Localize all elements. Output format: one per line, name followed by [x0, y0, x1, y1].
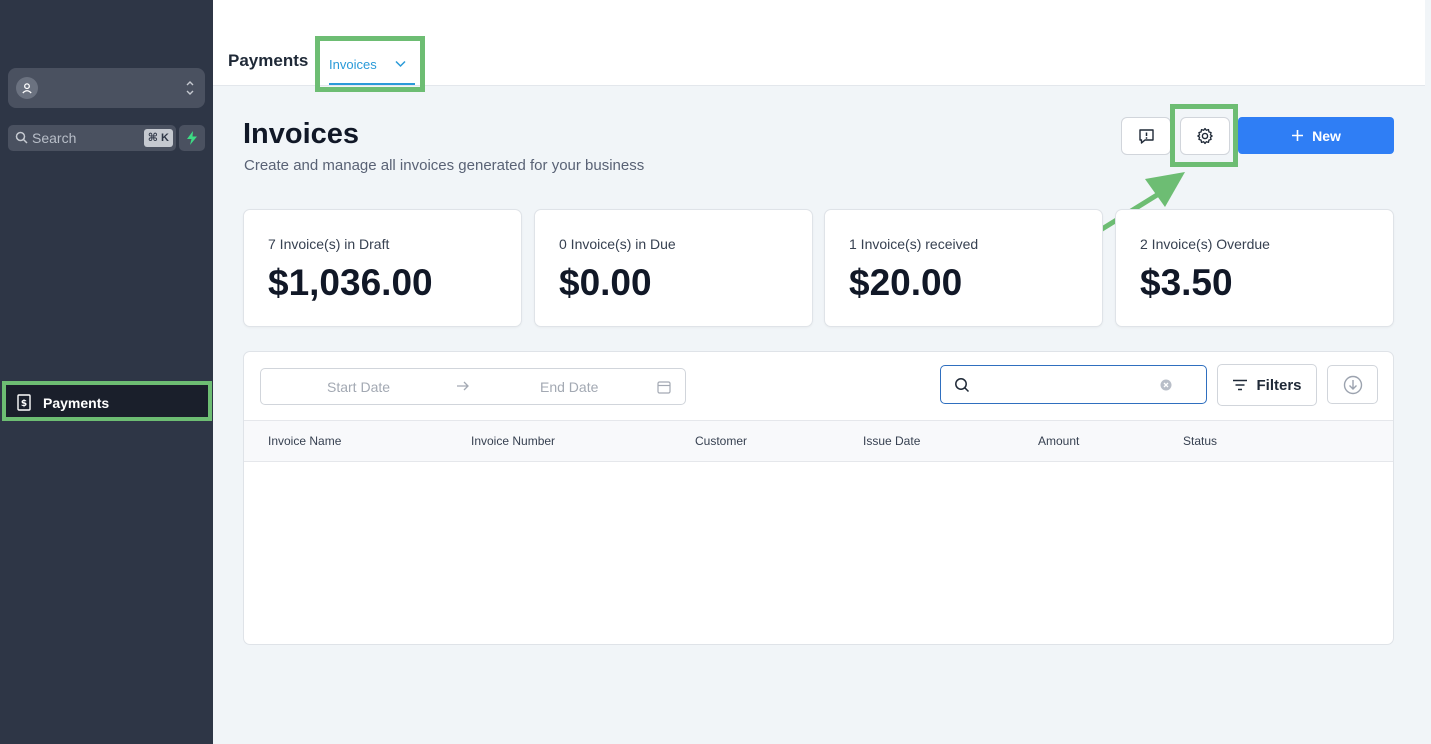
summary-card-overdue: 2 Invoice(s) Overdue $3.50	[1115, 209, 1394, 327]
card-value: $1,036.00	[268, 262, 433, 303]
receipt-dollar-icon: $	[17, 394, 31, 411]
search-shortcut: ⌘ K	[143, 129, 173, 147]
tab-invoices[interactable]: Invoices	[329, 56, 415, 85]
page-title: Invoices	[243, 118, 360, 150]
table-search[interactable]	[940, 365, 1207, 404]
search-icon	[955, 378, 970, 393]
svg-text:$: $	[21, 399, 27, 409]
chevron-down-icon	[395, 60, 406, 68]
card-value: $3.50	[1140, 262, 1233, 303]
download-icon	[1343, 375, 1362, 394]
summary-card-draft: 7 Invoice(s) in Draft $1,036.00	[243, 209, 522, 327]
card-value: $0.00	[559, 262, 652, 303]
card-title: 2 Invoice(s) Overdue	[1140, 236, 1270, 252]
start-date-field[interactable]: Start Date	[327, 379, 390, 395]
summary-card-due: 0 Invoice(s) in Due $0.00	[534, 209, 813, 327]
card-value: $20.00	[849, 262, 963, 303]
new-button-label: New	[1312, 127, 1341, 144]
gear-icon	[1197, 127, 1213, 145]
card-title: 1 Invoice(s) received	[849, 236, 979, 252]
search-label: Search	[32, 130, 77, 146]
column-header[interactable]: Issue Date	[863, 434, 920, 448]
user-avatar-icon	[16, 77, 38, 99]
page-subtitle: Create and manage all invoices generated…	[244, 157, 645, 174]
account-switcher[interactable]	[8, 68, 205, 108]
sidebar-item-label: Payments	[43, 395, 110, 411]
sidebar-item-payments[interactable]: $ Payments	[2, 381, 212, 421]
filters-button[interactable]: Filters	[1217, 364, 1317, 406]
arrow-right-icon	[457, 381, 469, 391]
new-invoice-button[interactable]: New	[1238, 117, 1394, 154]
lightning-icon	[187, 131, 197, 145]
calendar-icon	[657, 381, 671, 394]
end-date-field[interactable]: End Date	[540, 379, 598, 395]
column-header[interactable]: Amount	[1038, 434, 1079, 448]
clear-icon[interactable]	[1160, 379, 1172, 391]
top-bar: Payments Invoices	[213, 0, 1425, 92]
feedback-icon	[1138, 128, 1154, 144]
highlight-box: Invoices	[315, 36, 425, 92]
search-icon	[15, 131, 28, 144]
table-header: Invoice Name Invoice Number Customer Iss…	[244, 420, 1393, 462]
filter-icon	[1233, 379, 1248, 391]
column-header[interactable]: Invoice Name	[268, 434, 341, 448]
sidebar-search[interactable]: Search ⌘ K	[8, 125, 176, 151]
column-header[interactable]: Customer	[695, 434, 747, 448]
invoice-table-panel: Start Date End Date Filters Invoice Name…	[243, 351, 1394, 645]
date-range-picker[interactable]: Start Date End Date	[260, 368, 686, 405]
column-header[interactable]: Invoice Number	[471, 434, 555, 448]
plus-icon	[1292, 130, 1304, 141]
filters-label: Filters	[1256, 376, 1302, 394]
card-title: 0 Invoice(s) in Due	[559, 236, 676, 252]
sidebar: Search ⌘ K $ Payments	[0, 0, 213, 744]
summary-card-received: 1 Invoice(s) received $20.00	[824, 209, 1103, 327]
search-input[interactable]	[975, 374, 1155, 396]
tab-label: Invoices	[329, 57, 377, 72]
section-title: Payments	[228, 51, 309, 70]
quick-actions-button[interactable]	[179, 125, 205, 151]
column-header[interactable]: Status	[1183, 434, 1217, 448]
chevron-up-down-icon	[186, 81, 194, 95]
feedback-button[interactable]	[1121, 117, 1171, 155]
settings-button[interactable]	[1180, 117, 1230, 155]
download-button[interactable]	[1327, 365, 1378, 404]
card-title: 7 Invoice(s) in Draft	[268, 236, 390, 252]
